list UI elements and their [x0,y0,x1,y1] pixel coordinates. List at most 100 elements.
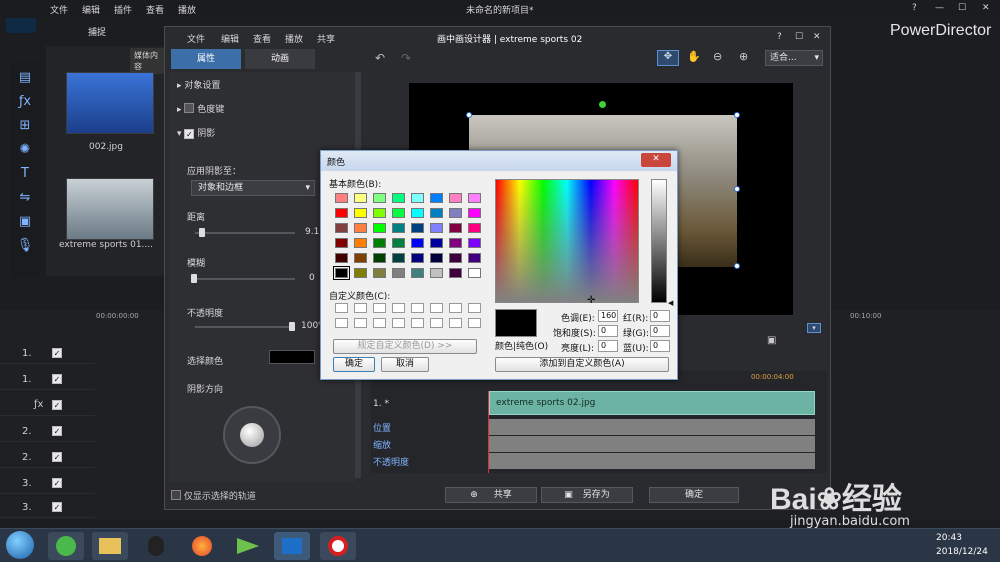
tab-animation[interactable]: 动画 [245,49,315,69]
basic-color-swatch[interactable] [411,238,424,248]
distance-slider[interactable] [195,232,295,234]
basic-color-swatch[interactable] [468,238,481,248]
transition-icon[interactable]: ⇋ [15,190,35,208]
clip-bar[interactable]: extreme sports 02.jpg [489,391,815,415]
basic-color-swatch[interactable] [392,193,405,203]
custom-color-slot[interactable] [392,318,405,328]
basic-color-swatch[interactable] [411,268,424,278]
help-button[interactable]: ? [912,3,917,13]
pip-menu-edit[interactable]: 编辑 [221,32,239,45]
basic-color-swatch[interactable] [449,238,462,248]
blur-knob[interactable] [191,274,197,283]
basic-color-swatch[interactable] [335,208,348,218]
taskbar-app-firefox[interactable] [184,532,220,560]
distance-knob[interactable] [199,228,205,237]
basic-color-swatch[interactable] [392,238,405,248]
track-row[interactable]: ƒx ✓ [0,394,95,416]
minimize-button[interactable]: — [935,3,944,13]
basic-color-swatch[interactable] [430,193,443,203]
basic-color-swatch[interactable] [430,238,443,248]
basic-color-swatch[interactable] [468,223,481,233]
basic-color-swatch[interactable] [335,253,348,263]
spectrum-crosshair[interactable]: ✛ [587,295,595,306]
screen-icon[interactable]: ▣ [767,335,776,346]
blur-slider[interactable] [195,278,295,280]
custom-color-slot[interactable] [468,318,481,328]
pip-menu-share[interactable]: 共享 [317,32,335,45]
pan-hand-icon[interactable]: ✋ [687,50,701,63]
particle-icon[interactable]: ✺ [15,142,35,160]
expand-icon[interactable]: ▾ [807,323,821,333]
lum-field[interactable]: 0 [598,340,618,352]
media-room-icon[interactable]: ▤ [15,70,35,88]
dialog-cancel-button[interactable]: 取消 [381,357,429,372]
basic-color-swatch[interactable] [430,208,443,218]
clock-date[interactable]: 2018/12/24 [936,547,988,557]
taskbar-app-media[interactable] [230,532,266,560]
pip-icon[interactable]: ⊞ [15,118,35,136]
hue-field[interactable]: 160 [598,310,618,322]
opacity-knob[interactable] [289,322,295,331]
menu-plugins[interactable]: 插件 [114,3,132,16]
custom-color-slot[interactable] [430,303,443,313]
basic-color-swatch[interactable] [449,253,462,263]
media-thumb-002[interactable] [66,72,154,134]
pip-menu-file[interactable]: 文件 [187,32,205,45]
basic-color-swatch[interactable] [468,268,481,278]
save-as-button[interactable]: ▣ 另存为 [541,487,633,503]
track-row[interactable]: 3. ✓ [0,496,95,518]
taskbar-app-explorer[interactable] [92,532,128,560]
basic-color-swatch[interactable] [354,253,367,263]
media-thumb-extreme-01[interactable] [66,178,154,240]
basic-color-swatch[interactable] [392,208,405,218]
pip-close-button[interactable]: ✕ [813,32,821,42]
basic-color-swatch[interactable] [373,223,386,233]
basic-color-swatch[interactable] [354,268,367,278]
pip-menu-view[interactable]: 查看 [253,32,271,45]
basic-color-swatch[interactable] [449,193,462,203]
maximize-button[interactable]: ☐ [958,3,966,13]
shadow-color-swatch[interactable] [269,350,315,364]
sat-field[interactable]: 0 [598,325,618,337]
section-shadow[interactable]: ▾ ✓ 阴影 [177,126,215,139]
resize-handle[interactable] [734,112,740,118]
green-field[interactable]: 0 [650,325,670,337]
taskbar-app-qq[interactable] [138,532,174,560]
basic-color-swatch[interactable] [468,193,481,203]
dial-knob[interactable] [240,423,264,447]
keyframe-track[interactable] [489,419,815,435]
basic-color-swatch[interactable] [354,223,367,233]
keyframe-position[interactable]: 位置 [373,421,391,434]
color-spectrum[interactable] [495,179,639,303]
section-object-settings[interactable]: ▸ 对象设置 [177,78,220,91]
custom-color-slot[interactable] [449,318,462,328]
opacity-slider[interactable] [195,326,295,328]
blue-field[interactable]: 0 [650,340,670,352]
custom-color-slot[interactable] [373,303,386,313]
menu-play[interactable]: 播放 [178,3,196,16]
clock-time[interactable]: 20:43 [936,533,962,543]
basic-color-swatch[interactable] [430,268,443,278]
dialog-ok-button[interactable]: 确定 [333,357,375,372]
basic-color-swatch[interactable] [373,268,386,278]
resize-handle[interactable] [734,186,740,192]
track-row[interactable]: 3. ✓ [0,472,95,494]
track-row[interactable]: 1. ✓ [0,368,95,390]
custom-color-slot[interactable] [430,318,443,328]
apply-shadow-select[interactable]: 对象和边框 ▾ [191,180,315,196]
basic-color-swatch[interactable] [373,193,386,203]
close-button[interactable]: ✕ [982,3,990,13]
zoom-in-icon[interactable]: ⊕ [739,50,748,63]
resize-handle[interactable] [734,263,740,269]
red-field[interactable]: 0 [650,310,670,322]
shadow-direction-dial[interactable] [223,406,281,464]
fx-icon[interactable]: ƒx [15,94,35,112]
track-row[interactable]: 2. ✓ [0,446,95,468]
undo-icon[interactable]: ↶ [375,51,385,65]
basic-color-swatch[interactable] [468,253,481,263]
basic-color-swatch[interactable] [354,238,367,248]
basic-color-swatch[interactable] [411,223,424,233]
redo-icon[interactable]: ↷ [401,51,411,65]
define-custom-colors-button[interactable]: 规定自定义颜色(D) >> [333,339,477,354]
basic-color-swatch[interactable] [430,223,443,233]
